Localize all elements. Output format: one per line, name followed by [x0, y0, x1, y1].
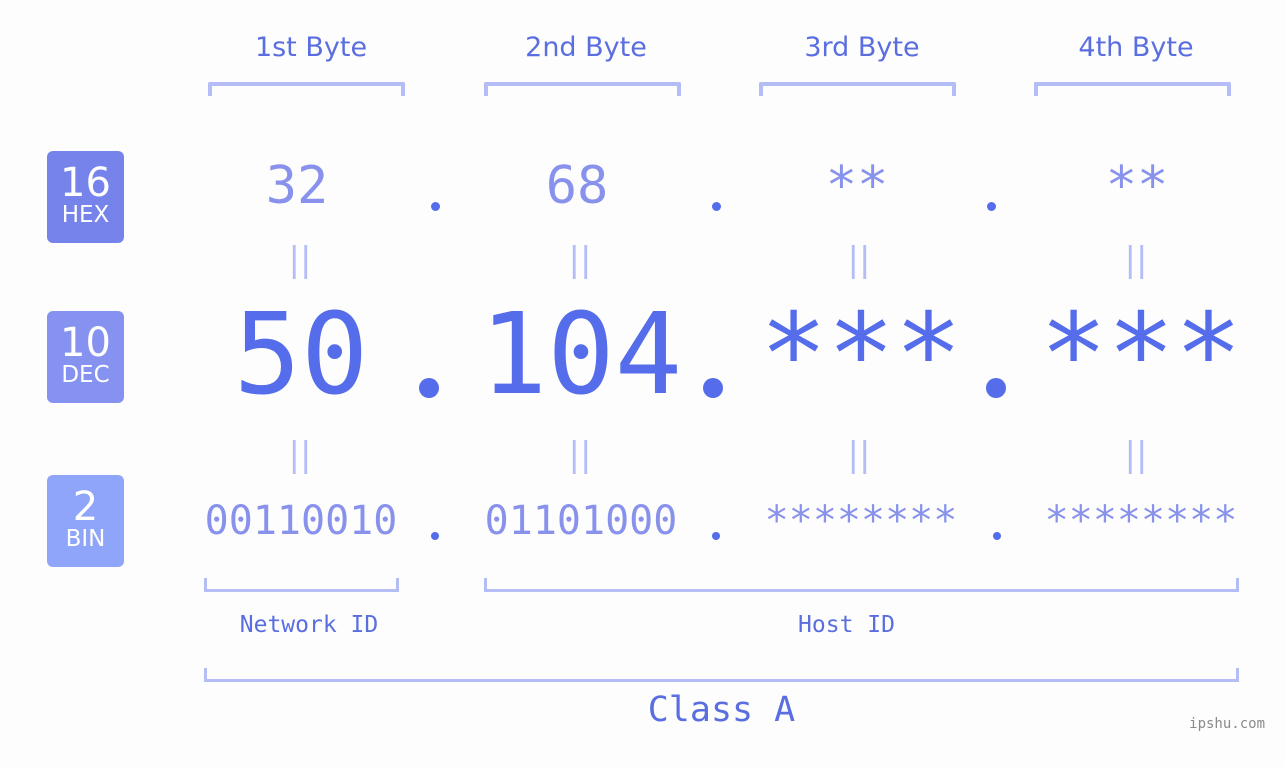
dec-badge-label: DEC	[61, 362, 110, 388]
hex-dot-2	[712, 202, 721, 211]
equals-dec-bin-2: ||	[568, 435, 592, 475]
byte-header-2: 2nd Byte	[525, 32, 647, 63]
equals-hex-dec-4: ||	[1124, 240, 1148, 280]
bin-dot-2	[712, 532, 720, 540]
equals-dec-bin-4: ||	[1124, 435, 1148, 475]
hex-value-4: **	[1105, 156, 1169, 216]
bin-badge: 2 BIN	[47, 475, 124, 567]
equals-dec-bin-3: ||	[847, 435, 871, 475]
equals-hex-dec-1: ||	[288, 240, 312, 280]
dec-badge: 10 DEC	[47, 311, 124, 403]
bin-value-1: 00110010	[204, 498, 398, 544]
equals-hex-dec-3: ||	[847, 240, 871, 280]
hex-badge-base: 16	[60, 160, 111, 206]
dec-value-3: ***	[759, 290, 963, 420]
byte-bracket-4	[1034, 82, 1231, 96]
bin-value-4: ********	[1044, 498, 1238, 544]
bin-badge-label: BIN	[65, 526, 106, 552]
bin-dot-1	[431, 532, 439, 540]
dec-dot-1	[419, 378, 439, 398]
hex-badge: 16 HEX	[47, 151, 124, 243]
dec-value-4: ***	[1039, 290, 1243, 420]
dec-value-2: 104	[479, 290, 683, 420]
class-bracket	[204, 668, 1239, 682]
byte-bracket-2	[484, 82, 681, 96]
dec-badge-base: 10	[60, 320, 111, 366]
hex-value-2: 68	[545, 156, 609, 216]
byte-header-1: 1st Byte	[254, 32, 368, 63]
network-id-label: Network ID	[239, 612, 379, 638]
dec-dot-3	[986, 378, 1006, 398]
hex-value-3: **	[825, 156, 889, 216]
bin-value-2: 01101000	[484, 498, 678, 544]
bin-value-3: ********	[764, 498, 958, 544]
equals-hex-dec-2: ||	[568, 240, 592, 280]
hex-dot-1	[431, 202, 440, 211]
equals-dec-bin-1: ||	[288, 435, 312, 475]
host-id-label: Host ID	[798, 612, 895, 638]
host-id-bracket	[484, 578, 1239, 592]
network-id-bracket	[204, 578, 399, 592]
hex-dot-3	[987, 202, 996, 211]
class-label: Class A	[647, 690, 796, 730]
byte-bracket-3	[759, 82, 956, 96]
dec-dot-2	[703, 378, 723, 398]
hex-value-1: 32	[265, 156, 329, 216]
byte-header-3: 3rd Byte	[804, 32, 920, 63]
byte-header-4: 4th Byte	[1078, 32, 1194, 63]
bin-dot-3	[993, 532, 1001, 540]
watermark: ipshu.com	[1189, 716, 1265, 732]
dec-value-1: 50	[233, 290, 369, 420]
hex-badge-label: HEX	[61, 202, 110, 228]
bin-badge-base: 2	[72, 484, 99, 530]
byte-bracket-1	[208, 82, 405, 96]
